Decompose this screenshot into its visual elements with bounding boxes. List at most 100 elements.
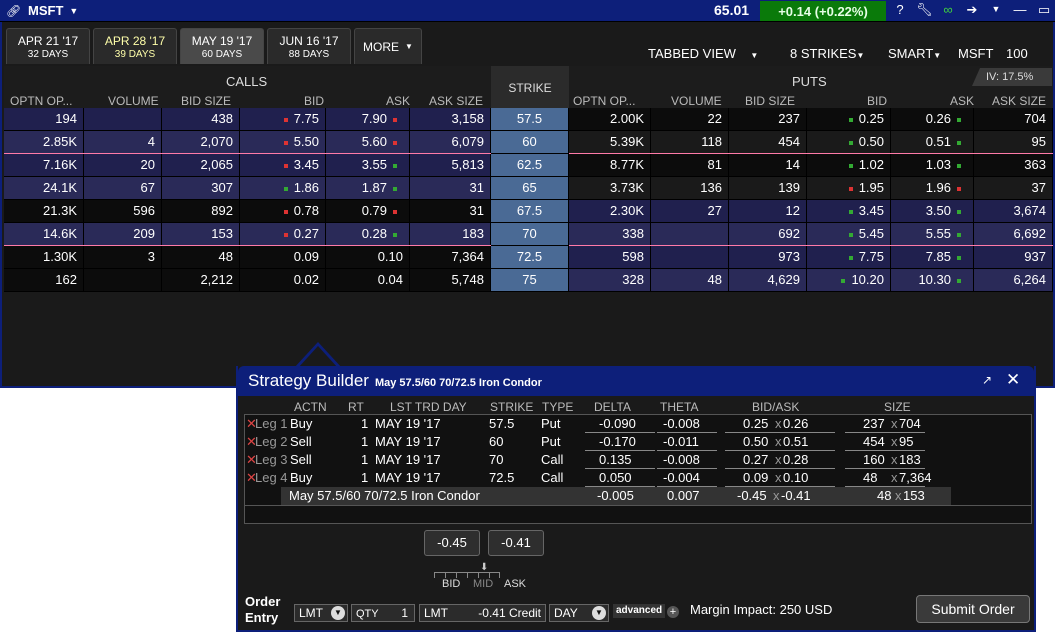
cell-c-asz[interactable]: 6,079 (410, 131, 491, 153)
cell-c-asz[interactable]: 3,158 (410, 108, 491, 130)
more-expirations-button[interactable]: MORE ▼ (354, 28, 422, 64)
exchange-dropdown[interactable]: SMART▼ (888, 46, 958, 61)
table-row[interactable]: 194 438 7.75 7.90 3,158 57.5 2.00K 22 237 0.25 0.2… (4, 108, 1053, 131)
cell-p-ask[interactable]: 0.26 (891, 108, 974, 130)
table-row[interactable]: 14.6K 209 153 0.27 0.28 183 70 338 692 5.45 5.55 6,… (4, 223, 1053, 246)
cell-c-oi[interactable]: 7.16K (4, 154, 84, 176)
cell-p-oi[interactable]: 598 (569, 246, 651, 268)
scale-ask-label[interactable]: ASK (504, 578, 526, 590)
dropdown-icon[interactable]: ▼ (988, 2, 1004, 18)
strategy-leg-row[interactable]: ✕ Leg 4 Buy 1 MAY 19 '17 72.5 Call 0.050 -0.004 0… (245, 469, 1031, 487)
cell-c-ask[interactable]: 0.79 (326, 200, 410, 222)
cell-p-bid[interactable]: 5.45 (807, 223, 891, 245)
cell-c-ask[interactable]: 7.90 (326, 108, 410, 130)
popout-icon[interactable]: ↗ (982, 373, 992, 387)
cell-c-bsz[interactable]: 2,065 (162, 154, 240, 176)
table-row[interactable]: 21.3K 596 892 0.78 0.79 31 67.5 2.30K 27 12 3.45 3.… (4, 200, 1053, 223)
tabbed-view-dropdown[interactable]: TABBED VIEW ▼ (648, 46, 768, 61)
cell-c-bid[interactable]: 7.75 (240, 108, 326, 130)
cell-p-vol[interactable]: 48 (651, 269, 729, 291)
minimize-icon[interactable]: — (1012, 2, 1028, 18)
cell-p-vol[interactable] (651, 223, 729, 245)
col-calls-ask[interactable]: ASK (386, 94, 410, 108)
chevron-down-icon[interactable]: ▼ (69, 6, 78, 16)
cell-c-oi[interactable]: 21.3K (4, 200, 84, 222)
cell-p-oi[interactable]: 328 (569, 269, 651, 291)
ask-price-button[interactable]: -0.41 (488, 530, 544, 556)
cell-c-asz[interactable]: 5,813 (410, 154, 491, 176)
cell-strike[interactable]: 72.5 (491, 246, 569, 268)
cell-p-vol[interactable]: 27 (651, 200, 729, 222)
cell-p-ask[interactable]: 0.51 (891, 131, 974, 153)
cell-p-bsz[interactable]: 973 (729, 246, 807, 268)
cell-p-vol[interactable] (651, 246, 729, 268)
tab-expiration-apr21[interactable]: APR 21 '17 32 DAYS (6, 28, 90, 64)
table-row[interactable]: 1.30K 3 48 0.09 0.10 7,364 72.5 598 973 7.75 7.85 9… (4, 246, 1053, 269)
cell-c-oi[interactable]: 162 (4, 269, 84, 291)
pin-icon[interactable]: ➔ (964, 2, 980, 18)
cell-p-vol[interactable]: 22 (651, 108, 729, 130)
cell-p-oi[interactable]: 8.77K (569, 154, 651, 176)
cell-p-oi[interactable]: 338 (569, 223, 651, 245)
col-puts-ask-size[interactable]: ASK SIZE (992, 94, 1046, 108)
cell-strike[interactable]: 62.5 (491, 154, 569, 176)
maximize-icon[interactable]: ▭ (1036, 2, 1052, 18)
table-row[interactable]: 162 2,212 0.02 0.04 5,748 75 328 48 4,629 10.20 10… (4, 269, 1053, 292)
col-puts-ask[interactable]: ASK (950, 94, 974, 108)
question-icon[interactable]: ? (892, 2, 908, 18)
cell-c-bsz[interactable]: 2,070 (162, 131, 240, 153)
cell-c-asz[interactable]: 31 (410, 200, 491, 222)
col-calls-bid-size[interactable]: BID SIZE (181, 94, 231, 108)
cell-c-vol[interactable]: 4 (84, 131, 162, 153)
cell-c-bid[interactable]: 0.27 (240, 223, 326, 245)
cell-c-oi[interactable]: 2.85K (4, 131, 84, 153)
cell-p-bid[interactable]: 1.95 (807, 177, 891, 199)
scale-bid-label[interactable]: BID (442, 578, 460, 590)
advanced-button[interactable]: advanced (613, 604, 666, 618)
cell-p-bsz[interactable]: 692 (729, 223, 807, 245)
cell-strike[interactable]: 57.5 (491, 108, 569, 130)
cell-c-oi[interactable]: 194 (4, 108, 84, 130)
cell-strike[interactable]: 65 (491, 177, 569, 199)
cell-p-asz[interactable]: 363 (974, 154, 1053, 176)
strategy-combo-row[interactable]: May 57.5/60 70/72.5 Iron Condor -0.005 0.0… (281, 487, 951, 505)
cell-p-asz[interactable]: 704 (974, 108, 1053, 130)
col-puts-bid[interactable]: BID (867, 94, 887, 108)
cell-c-bsz[interactable]: 307 (162, 177, 240, 199)
cell-p-vol[interactable]: 81 (651, 154, 729, 176)
cell-c-ask[interactable]: 0.10 (326, 246, 410, 268)
cell-c-ask[interactable]: 3.55 (326, 154, 410, 176)
symbol-label[interactable]: MSFT (28, 3, 63, 18)
cell-p-ask[interactable]: 3.50 (891, 200, 974, 222)
cell-p-bid[interactable]: 3.45 (807, 200, 891, 222)
cell-p-oi[interactable]: 3.73K (569, 177, 651, 199)
cell-p-asz[interactable]: 3,674 (974, 200, 1053, 222)
cell-p-asz[interactable]: 6,264 (974, 269, 1053, 291)
cell-c-asz[interactable]: 31 (410, 177, 491, 199)
limit-price-field[interactable]: LMT -0.41 Credit (419, 604, 546, 622)
cell-p-bsz[interactable]: 454 (729, 131, 807, 153)
cell-c-bsz[interactable]: 438 (162, 108, 240, 130)
cell-p-asz[interactable]: 37 (974, 177, 1053, 199)
col-calls-ask-size[interactable]: ASK SIZE (429, 94, 483, 108)
bid-price-button[interactable]: -0.45 (424, 530, 480, 556)
time-in-force-select[interactable]: DAY ▼ (549, 604, 609, 622)
wrench-icon[interactable]: 🔧︎ (916, 2, 933, 18)
cell-c-vol[interactable]: 596 (84, 200, 162, 222)
cell-p-oi[interactable]: 2.30K (569, 200, 651, 222)
cell-c-oi[interactable]: 14.6K (4, 223, 84, 245)
table-row[interactable]: 24.1K 67 307 1.86 1.87 31 65 3.73K 136 139 1.95 1.9… (4, 177, 1053, 200)
cell-strike[interactable]: 75 (491, 269, 569, 291)
cell-c-bsz[interactable]: 892 (162, 200, 240, 222)
strategy-leg-row[interactable]: ✕ Leg 1 Buy 1 MAY 19 '17 57.5 Put -0.090 -0.008 0… (245, 415, 1031, 433)
submit-order-button[interactable]: Submit Order (916, 595, 1030, 623)
cell-p-bid[interactable]: 0.50 (807, 131, 891, 153)
strikes-dropdown[interactable]: 8 STRIKES▼ (790, 46, 880, 61)
cell-c-oi[interactable]: 24.1K (4, 177, 84, 199)
cell-p-bsz[interactable]: 139 (729, 177, 807, 199)
cell-p-bid[interactable]: 0.25 (807, 108, 891, 130)
cell-c-ask[interactable]: 0.28 (326, 223, 410, 245)
col-puts-bid-size[interactable]: BID SIZE (745, 94, 795, 108)
cell-p-asz[interactable]: 6,692 (974, 223, 1053, 245)
col-calls-volume[interactable]: VOLUME (108, 94, 159, 108)
